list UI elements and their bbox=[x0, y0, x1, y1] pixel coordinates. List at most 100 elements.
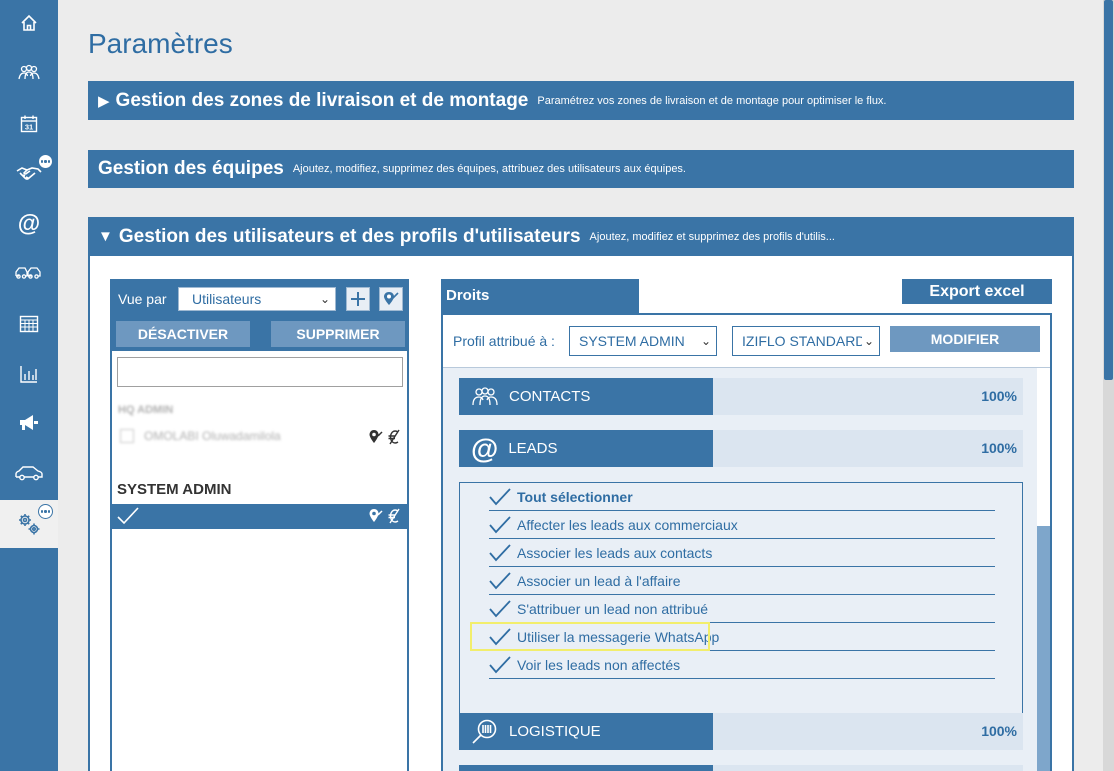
nav-home[interactable] bbox=[0, 0, 58, 46]
chevron-down-icon: ⌄ bbox=[698, 327, 711, 355]
checkmark-icon[interactable] bbox=[489, 543, 511, 563]
standard-select[interactable]: IZIFLO STANDARD ⌄ bbox=[732, 326, 880, 356]
module-head bbox=[459, 765, 713, 771]
page-title: Paramètres bbox=[88, 28, 233, 59]
profile-label: Profil attribué à : bbox=[453, 333, 555, 349]
plus-icon bbox=[351, 292, 365, 306]
contacts-icon bbox=[18, 64, 40, 80]
user-row-selected[interactable] bbox=[112, 504, 407, 529]
profile-select[interactable]: SYSTEM ADMIN ⌄ bbox=[569, 326, 717, 356]
euro-off-icon[interactable] bbox=[387, 429, 401, 445]
rights-scrollbar-thumb[interactable] bbox=[1037, 526, 1050, 771]
user-row-blurred[interactable]: OMOLABI Oluwadamilola bbox=[120, 429, 281, 443]
user-checkbox[interactable] bbox=[120, 429, 134, 443]
sidebar: 31 @ bbox=[0, 0, 58, 771]
checkmark-icon[interactable] bbox=[489, 515, 511, 535]
calendar-icon: 31 bbox=[20, 115, 38, 133]
row-actions bbox=[367, 429, 401, 445]
at-icon: @ bbox=[17, 209, 41, 236]
right-select-all[interactable]: Tout sélectionner bbox=[489, 483, 995, 511]
checkmark-icon[interactable] bbox=[489, 571, 511, 591]
section-title: Gestion des équipes bbox=[98, 158, 284, 179]
deactivate-button[interactable]: DÉSACTIVER bbox=[116, 321, 250, 347]
nav-deals[interactable] bbox=[0, 150, 58, 196]
view-by-label: Vue par bbox=[118, 291, 167, 307]
at-icon: @ bbox=[471, 432, 499, 464]
module-head: LOGISTIQUE bbox=[459, 713, 713, 750]
highlight-box bbox=[470, 622, 710, 651]
nav-stats[interactable] bbox=[0, 351, 58, 397]
section-title: Gestion des zones de livraison et de mon… bbox=[115, 89, 529, 111]
module-name: LEADS bbox=[508, 440, 558, 457]
module-name: LOGISTIQUE bbox=[509, 723, 601, 740]
user-search-input[interactable] bbox=[117, 357, 403, 387]
right-item[interactable]: S'attribuer un lead non attribué bbox=[489, 595, 995, 623]
settings-more-badge bbox=[38, 504, 53, 519]
module-percent: 100% bbox=[981, 723, 1017, 739]
fleet-icon bbox=[15, 267, 41, 279]
nav-marketing[interactable] bbox=[0, 400, 58, 446]
rights-list: CONTACTS 100% @ LEADS 100% Tout sélectio… bbox=[443, 367, 1050, 771]
row-actions bbox=[367, 508, 401, 524]
nav-calendar[interactable]: 31 bbox=[0, 101, 58, 147]
user-list-panel: Vue par Utilisateurs ⌄ DÉSACTIVER SUPPRI… bbox=[110, 279, 409, 771]
rights-panel: Profil attribué à : SYSTEM ADMIN ⌄ IZIFL… bbox=[441, 313, 1052, 771]
checkmark-icon[interactable] bbox=[489, 655, 511, 675]
calendar-day: 31 bbox=[25, 123, 33, 132]
chevron-down-icon: ⌄ bbox=[861, 327, 874, 355]
section-teams-header[interactable]: Gestion des équipes Ajoutez, modifiez, s… bbox=[88, 150, 1074, 188]
section-description: Ajoutez, modifiez, supprimez des équipes… bbox=[292, 163, 686, 175]
nav-fleet[interactable] bbox=[0, 250, 58, 296]
export-excel-button[interactable]: Export excel bbox=[902, 279, 1052, 304]
right-label: S'attribuer un lead non attribué bbox=[517, 600, 709, 617]
chevron-down-icon: ⌄ bbox=[319, 292, 330, 306]
page-scrollbar[interactable] bbox=[1103, 0, 1114, 771]
page-scrollbar-thumb[interactable] bbox=[1104, 0, 1113, 380]
nav-table[interactable] bbox=[0, 301, 58, 347]
module-percent: 100% bbox=[981, 388, 1017, 404]
view-by-select[interactable]: Utilisateurs ⌄ bbox=[178, 287, 336, 311]
checkmark-icon[interactable] bbox=[489, 487, 511, 507]
group-title: SYSTEM ADMIN bbox=[117, 481, 232, 498]
leads-rights-box: Tout sélectionner Affecter les leads aux… bbox=[459, 482, 1023, 748]
location-icon[interactable] bbox=[367, 429, 383, 445]
right-label: Associer les leads aux contacts bbox=[517, 544, 713, 561]
table-icon bbox=[19, 315, 39, 333]
collapse-arrow-icon: ▼ bbox=[98, 228, 113, 245]
right-item[interactable]: Voir les leads non affectés bbox=[489, 651, 995, 679]
euro-off-icon[interactable] bbox=[387, 508, 401, 524]
handshake-icon bbox=[16, 167, 42, 180]
nav-vehicles[interactable] bbox=[0, 450, 58, 496]
deals-more-badge bbox=[38, 154, 53, 169]
section-users-header[interactable]: ▼ Gestion des utilisateurs et des profil… bbox=[88, 217, 1074, 256]
module-next[interactable] bbox=[459, 765, 1023, 771]
map-filter-button[interactable] bbox=[379, 287, 403, 311]
view-by-value: Utilisateurs bbox=[192, 291, 262, 307]
location-icon[interactable] bbox=[367, 508, 383, 524]
delete-button[interactable]: SUPPRIMER bbox=[271, 321, 405, 347]
contacts-icon bbox=[472, 386, 498, 405]
right-item[interactable]: Associer un lead à l'affaire bbox=[489, 567, 995, 595]
location-icon bbox=[384, 292, 399, 305]
modify-button[interactable]: MODIFIER bbox=[890, 326, 1040, 352]
module-contacts[interactable]: CONTACTS 100% bbox=[459, 378, 1023, 415]
standard-value: IZIFLO STANDARD bbox=[742, 333, 866, 349]
nav-settings[interactable] bbox=[0, 500, 58, 548]
checkmark-icon[interactable] bbox=[117, 506, 139, 526]
right-label: Tout sélectionner bbox=[517, 488, 633, 505]
nav-leads[interactable]: @ bbox=[0, 200, 58, 246]
checkmark-icon[interactable] bbox=[489, 599, 511, 619]
section-zones-header[interactable]: ▶ Gestion des zones de livraison et de m… bbox=[88, 81, 1074, 120]
module-leads[interactable]: @ LEADS 100% bbox=[459, 430, 1023, 467]
right-item[interactable]: Associer les leads aux contacts bbox=[489, 539, 995, 567]
tab-droits[interactable]: Droits bbox=[441, 279, 639, 314]
nav-contacts[interactable] bbox=[0, 50, 58, 96]
module-name: CONTACTS bbox=[509, 388, 591, 405]
group-title-blurred: HQ ADMIN bbox=[118, 404, 174, 416]
add-user-button[interactable] bbox=[346, 287, 370, 311]
module-logistique[interactable]: LOGISTIQUE 100% bbox=[459, 713, 1023, 750]
right-item[interactable]: Affecter les leads aux commerciaux bbox=[489, 511, 995, 539]
module-percent: 100% bbox=[981, 440, 1017, 456]
megaphone-icon bbox=[20, 415, 38, 430]
user-name: OMOLABI Oluwadamilola bbox=[144, 429, 281, 443]
